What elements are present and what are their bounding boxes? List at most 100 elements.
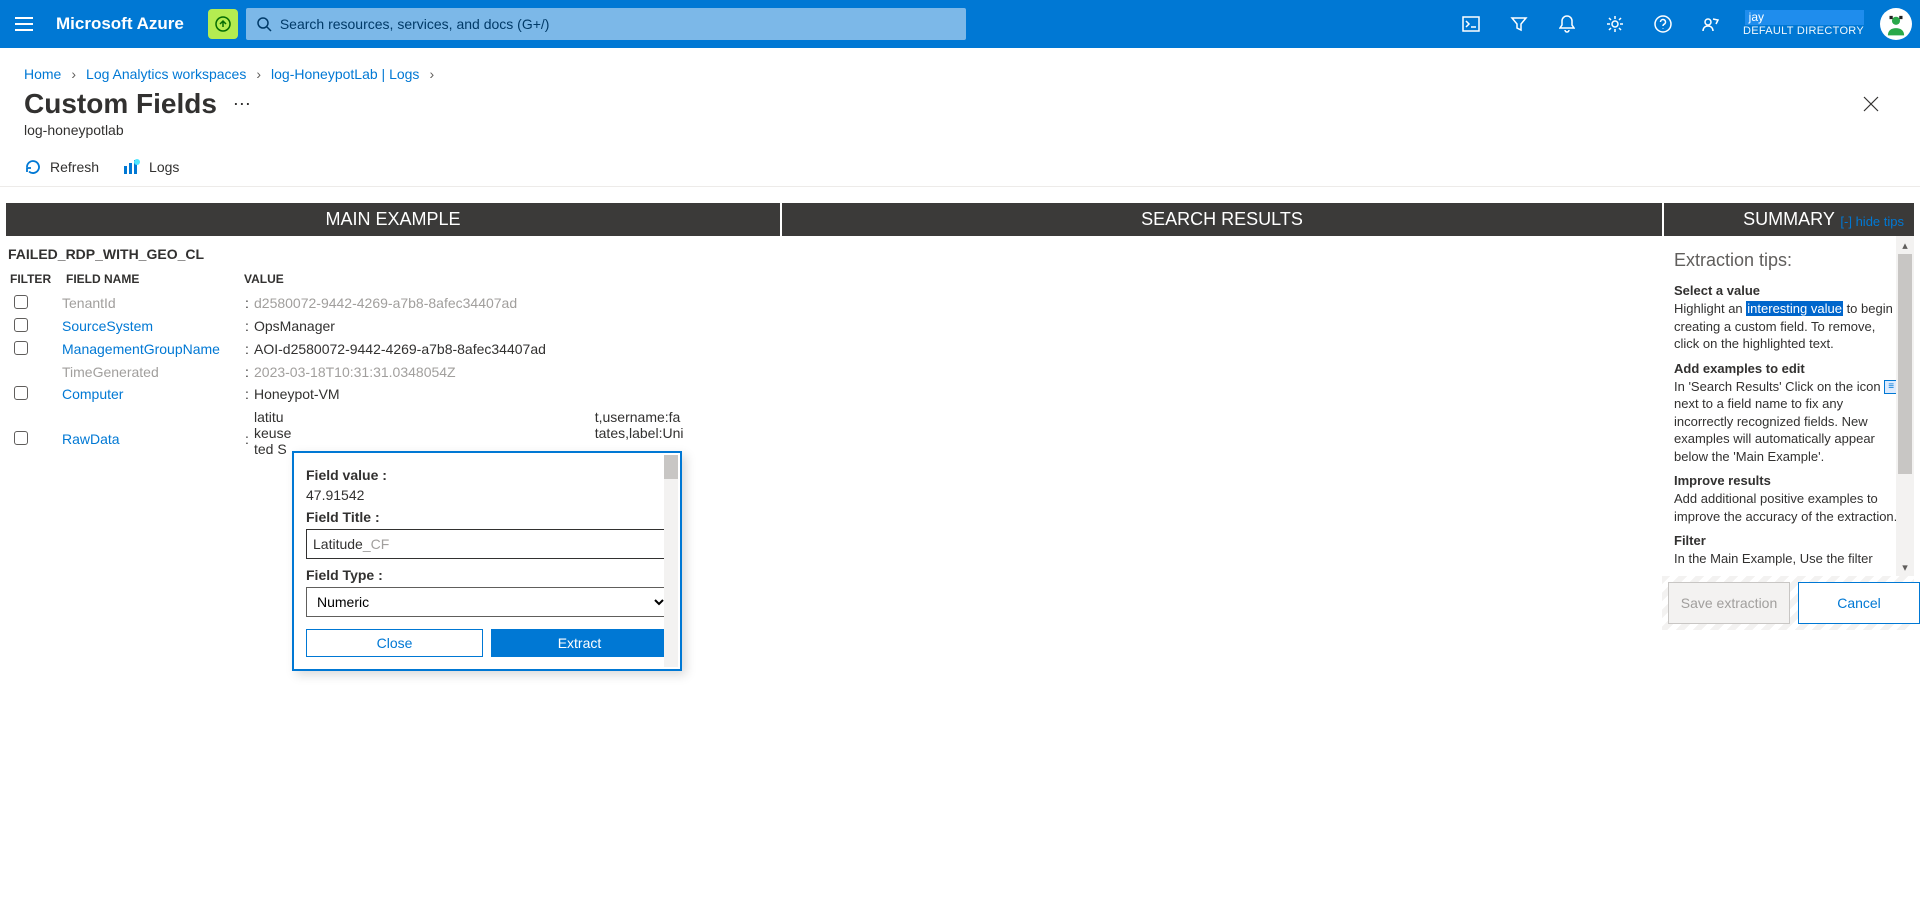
close-button[interactable]: Close	[306, 629, 483, 657]
field-value-label: Field value :	[306, 467, 668, 483]
table-row: Computer : Honeypot-VM	[6, 383, 780, 406]
field-value[interactable]: AOI-d2580072-9442-4269-a7b8-8afec34407ad	[254, 341, 780, 357]
crumb-home[interactable]: Home	[24, 66, 61, 82]
field-name[interactable]: TenantId	[62, 295, 240, 311]
field-name[interactable]: RawData	[62, 409, 240, 447]
chevron-right-icon: ›	[429, 66, 434, 82]
tip-body: In the Main Example, Use the filter	[1674, 550, 1902, 568]
account-name: jay	[1745, 10, 1864, 24]
refresh-icon	[24, 158, 42, 176]
filter-icon[interactable]	[1495, 0, 1543, 48]
extract-button[interactable]: Extract	[491, 629, 668, 657]
chevron-right-icon: ›	[71, 66, 76, 82]
tip-title: Filter	[1674, 533, 1902, 548]
field-value: 47.91542	[306, 487, 668, 503]
field-title-label: Field Title :	[306, 509, 668, 525]
search-input[interactable]: Search resources, services, and docs (G+…	[246, 8, 966, 40]
filter-checkbox[interactable]	[14, 318, 28, 332]
table-row: TenantId : d2580072-9442-4269-a7b8-8afec…	[6, 292, 780, 315]
field-title-input[interactable]: Latitude_CF	[306, 529, 668, 559]
avatar[interactable]	[1880, 8, 1912, 40]
hide-tips-link[interactable]: [-] hide tips	[1840, 214, 1904, 229]
brand-label[interactable]: Microsoft Azure	[48, 14, 208, 34]
refresh-button[interactable]: Refresh	[24, 158, 99, 176]
chevron-right-icon: ›	[256, 66, 261, 82]
account-block[interactable]: jay DEFAULT DIRECTORY	[1735, 6, 1872, 42]
tip-body: Add additional positive examples to impr…	[1674, 490, 1902, 525]
table-name: FAILED_RDP_WITH_GEO_CL	[6, 244, 780, 270]
hdr-filter: FILTER	[10, 272, 66, 286]
table-row: TimeGenerated : 2023-03-18T10:31:31.0348…	[6, 361, 780, 383]
field-title-value: Latitude	[313, 536, 363, 552]
logs-icon	[123, 158, 141, 176]
hdr-field: FIELD NAME	[66, 272, 244, 286]
close-icon[interactable]	[1862, 95, 1880, 113]
field-title-suffix: _CF	[363, 536, 389, 552]
search-placeholder: Search resources, services, and docs (G+…	[280, 16, 550, 32]
more-icon[interactable]: ⋯	[233, 94, 251, 115]
summary-scrollbar[interactable]: ▴ ▾	[1896, 236, 1914, 576]
tip-title: Select a value	[1674, 283, 1902, 298]
refresh-label: Refresh	[50, 159, 99, 175]
gear-icon[interactable]	[1591, 0, 1639, 48]
crumb-logs[interactable]: log-HoneypotLab | Logs	[271, 66, 419, 82]
field-value[interactable]: 2023-03-18T10:31:31.0348054Z	[254, 364, 780, 380]
summary-panel: [-] hide tips Extraction tips: Select a …	[1662, 236, 1914, 630]
summary-heading: Extraction tips:	[1674, 250, 1902, 271]
main-example-panel: FAILED_RDP_WITH_GEO_CL FILTER FIELD NAME…	[6, 236, 780, 630]
field-value[interactable]: OpsManager	[254, 318, 780, 334]
scroll-down-icon[interactable]: ▾	[1896, 558, 1914, 576]
field-extract-popup: Field value : 47.91542 Field Title : Lat…	[292, 451, 682, 671]
column-headers: MAIN EXAMPLE SEARCH RESULTS SUMMARY	[6, 203, 1914, 236]
title-bar: Custom Fields ⋯	[0, 82, 1920, 120]
field-name[interactable]: Computer	[62, 386, 240, 402]
popup-scrollbar[interactable]	[664, 455, 678, 667]
field-name[interactable]: SourceSystem	[62, 318, 240, 334]
summary-actions: Save extraction Cancel	[1662, 576, 1914, 630]
hamburger-icon[interactable]	[0, 0, 48, 48]
toolbar: Refresh Logs	[0, 150, 1920, 187]
top-bar: Microsoft Azure Search resources, servic…	[0, 0, 1920, 48]
field-value[interactable]: d2580072-9442-4269-a7b8-8afec34407ad	[254, 295, 780, 311]
field-value[interactable]: Honeypot-VM	[254, 386, 780, 402]
tip-title: Add examples to edit	[1674, 361, 1902, 376]
cancel-button[interactable]: Cancel	[1798, 582, 1920, 624]
save-extraction-button: Save extraction	[1668, 582, 1790, 624]
bell-icon[interactable]	[1543, 0, 1591, 48]
logs-label: Logs	[149, 159, 179, 175]
filter-checkbox[interactable]	[14, 431, 28, 445]
col-main-header: MAIN EXAMPLE	[6, 203, 780, 236]
main-content: MAIN EXAMPLE SEARCH RESULTS SUMMARY FAIL…	[0, 187, 1920, 630]
hdr-value: VALUE	[244, 272, 284, 286]
table-row: ManagementGroupName : AOI-d2580072-9442-…	[6, 338, 780, 361]
top-icons: jay DEFAULT DIRECTORY	[1447, 0, 1920, 48]
search-results-panel	[780, 236, 1662, 630]
scroll-up-icon[interactable]: ▴	[1896, 236, 1914, 254]
account-directory: DEFAULT DIRECTORY	[1743, 25, 1864, 38]
tip-body: Highlight an interesting value to begin …	[1674, 300, 1902, 353]
tip-body: In 'Search Results' Click on the icon ≡ …	[1674, 378, 1902, 466]
col-search-results-header: SEARCH RESULTS	[780, 203, 1662, 236]
summary-content: Extraction tips: Select a value Highligh…	[1662, 236, 1914, 576]
feedback-icon[interactable]	[1687, 0, 1735, 48]
filter-checkbox[interactable]	[14, 386, 28, 400]
page-title: Custom Fields	[24, 88, 217, 120]
cloud-shell-icon[interactable]	[1447, 0, 1495, 48]
table-row: SourceSystem : OpsManager	[6, 315, 780, 338]
page-subtitle: log-honeypotlab	[0, 120, 1920, 150]
upload-icon[interactable]	[208, 9, 238, 39]
search-icon	[256, 16, 272, 32]
logs-button[interactable]: Logs	[123, 158, 179, 176]
field-type-label: Field Type :	[306, 567, 668, 583]
help-icon[interactable]	[1639, 0, 1687, 48]
field-name[interactable]: ManagementGroupName	[62, 341, 240, 357]
filter-checkbox[interactable]	[14, 341, 28, 355]
breadcrumb: Home › Log Analytics workspaces › log-Ho…	[0, 48, 1920, 82]
field-name[interactable]: TimeGenerated	[62, 364, 240, 380]
field-value[interactable]: latitu t,username:fa keuse tates,label:U…	[254, 409, 780, 457]
crumb-workspaces[interactable]: Log Analytics workspaces	[86, 66, 246, 82]
tip-title: Improve results	[1674, 473, 1902, 488]
filter-checkbox[interactable]	[14, 295, 28, 309]
field-header-row: FILTER FIELD NAME VALUE	[6, 270, 780, 292]
field-type-select[interactable]: Numeric	[306, 587, 668, 617]
